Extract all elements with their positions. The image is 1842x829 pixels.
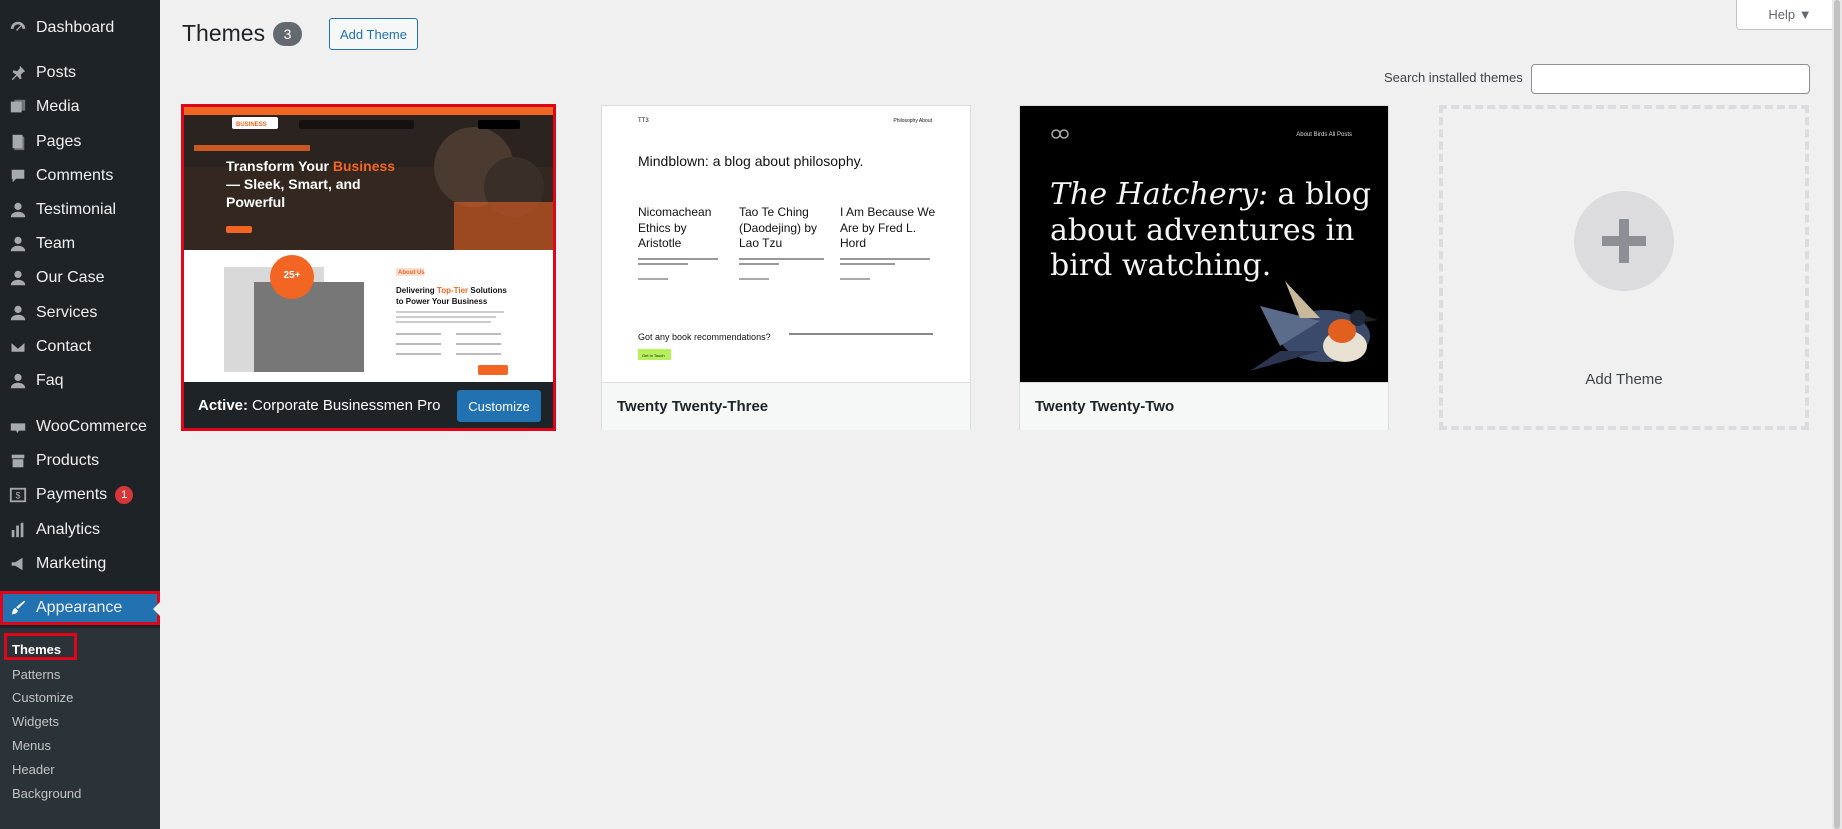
themes-highlight-outline — [4, 633, 77, 660]
sidebar-item-label: Media — [36, 98, 80, 115]
sidebar-item-label: Our Case — [36, 269, 105, 286]
submenu-item-menus[interactable]: Menus — [12, 738, 51, 753]
search-label: Search installed themes — [1384, 70, 1523, 85]
dollar-icon: $ — [8, 485, 28, 505]
submenu-item-customize[interactable]: Customize — [12, 690, 73, 705]
sidebar-item-label: Services — [36, 304, 98, 321]
theme-name-tt3: Twenty Twenty-Three — [602, 382, 970, 430]
sidebar-item-testimonial[interactable]: Testimonial — [0, 193, 160, 227]
dashboard-icon — [8, 18, 28, 38]
sidebar-item-label: Appearance — [36, 599, 123, 616]
search-themes-input[interactable] — [1531, 64, 1810, 94]
corp-brand: BUSINESS — [236, 122, 267, 128]
sidebar-item-label: Payments — [36, 486, 108, 503]
corp-badge: 25+ — [284, 270, 301, 281]
sidebar-item-faq[interactable]: Faq — [0, 364, 160, 398]
sidebar-item-contact[interactable]: Contact — [0, 330, 160, 364]
sidebar-item-label: Marketing — [36, 555, 107, 572]
sidebar-item-label: Posts — [36, 64, 77, 81]
sidebar-item-pages[interactable]: Pages — [0, 125, 160, 159]
tt3-button: Get In Touch — [642, 353, 665, 358]
notification-badge: 1 — [115, 486, 134, 504]
comment-icon — [8, 166, 28, 186]
theme-card-active[interactable]: BUSINESS Transform Your Business — Sleek… — [181, 104, 556, 431]
scrollbar-thumb[interactable] — [1834, 0, 1840, 829]
woocommerce-icon — [8, 417, 28, 437]
paintbrush-icon — [8, 598, 28, 618]
active-theme-name: Corporate Businessmen Pro — [252, 396, 441, 414]
active-theme-bar: Active: Corporate Businessmen Pro Custom… — [184, 382, 553, 428]
active-prefix: Active: — [198, 396, 249, 414]
help-button[interactable]: Help ▼ — [1736, 0, 1842, 30]
svg-text:to Power Your Business: to Power Your Business — [396, 297, 488, 306]
sidebar-item-label: WooCommerce — [36, 418, 147, 435]
sidebar-item-team[interactable]: Team — [0, 227, 160, 261]
submenu-item-widgets[interactable]: Widgets — [12, 714, 59, 729]
theme-screenshot-tt3: TT3 Philosophy About Mindblown: a blog a… — [602, 106, 970, 382]
sidebar-item-label: Products — [36, 452, 100, 469]
svg-text:Transform Your Business: Transform Your Business — [226, 158, 395, 174]
tt3-nav: Philosophy About — [893, 118, 932, 124]
sidebar-item-label: Pages — [36, 133, 82, 150]
sidebar-item-payments[interactable]: $ Payments 1 — [0, 478, 160, 512]
add-theme-label: Add Theme — [1585, 371, 1663, 388]
user-icon — [8, 268, 28, 288]
theme-card-twenty-twenty-two[interactable]: About Birds All Posts The Hatchery: a bl… — [1019, 105, 1389, 430]
submenu-item-patterns[interactable]: Patterns — [12, 667, 60, 682]
tt2-nav: About Birds All Posts — [1296, 132, 1352, 138]
svg-text:$: $ — [15, 491, 20, 501]
svg-text:Delivering Top-Tier Solutions: Delivering Top-Tier Solutions — [396, 286, 507, 295]
media-icon — [8, 97, 28, 117]
theme-screenshot-corporate: BUSINESS Transform Your Business — Sleek… — [184, 107, 553, 382]
tt3-question: Got any book recommendations? — [638, 332, 771, 342]
sidebar-item-posts[interactable]: Posts — [0, 56, 160, 90]
user-icon — [8, 303, 28, 323]
current-menu-notch — [153, 601, 161, 617]
sidebar-item-label: Faq — [36, 372, 64, 389]
sidebar-item-label: Dashboard — [36, 19, 115, 36]
pin-icon — [8, 63, 28, 83]
page-title: Themes — [182, 20, 266, 46]
sidebar-item-label: Team — [36, 235, 76, 252]
sidebar-item-dashboard[interactable]: Dashboard — [0, 11, 160, 45]
user-icon — [8, 234, 28, 254]
theme-count-badge: 3 — [273, 22, 302, 46]
svg-text:— Sleek, Smart, and: — Sleek, Smart, and — [226, 176, 361, 192]
sidebar-item-label: Analytics — [36, 521, 101, 538]
sidebar-item-woocommerce[interactable]: WooCommerce — [0, 410, 160, 444]
sidebar-item-services[interactable]: Services — [0, 296, 160, 330]
add-theme-button[interactable]: Add Theme — [329, 18, 418, 50]
submenu-item-background[interactable]: Background — [12, 786, 81, 801]
corp-hero-accent: Business — [333, 158, 395, 174]
sidebar-item-our-case[interactable]: Our Case — [0, 261, 160, 295]
sidebar-item-appearance[interactable]: Appearance — [0, 591, 161, 625]
tt3-headline: Mindblown: a blog about philosophy. — [638, 153, 863, 169]
add-new-theme-card[interactable]: Add Theme — [1439, 105, 1809, 430]
tt3-site: TT3 — [638, 118, 649, 124]
theme-name-tt2: Twenty Twenty-Two — [1020, 382, 1388, 430]
corp-about-tag: About Us — [398, 270, 425, 276]
theme-card-twenty-twenty-three[interactable]: TT3 Philosophy About Mindblown: a blog a… — [601, 105, 971, 430]
archive-icon — [8, 451, 28, 471]
corp-hero-line1: Transform Your — [226, 158, 333, 174]
sidebar-item-label: Comments — [36, 167, 114, 184]
sidebar-item-comments[interactable]: Comments — [0, 159, 160, 193]
submenu-item-header[interactable]: Header — [12, 762, 55, 777]
envelope-icon — [8, 337, 28, 357]
sidebar-item-label: Testimonial — [36, 201, 117, 218]
theme-screenshot-tt2: About Birds All Posts The Hatchery: a bl… — [1020, 106, 1388, 382]
plus-icon — [1574, 191, 1674, 291]
pages-icon — [8, 132, 28, 152]
megaphone-icon — [8, 554, 28, 574]
sidebar-item-products[interactable]: Products — [0, 444, 160, 478]
sidebar-item-label: Contact — [36, 338, 92, 355]
user-icon — [8, 200, 28, 220]
bar-chart-icon — [8, 520, 28, 540]
svg-text:Powerful: Powerful — [226, 194, 285, 210]
sidebar-item-analytics[interactable]: Analytics — [0, 513, 160, 547]
sidebar-item-marketing[interactable]: Marketing — [0, 547, 160, 581]
sidebar-item-media[interactable]: Media — [0, 90, 160, 124]
user-icon — [8, 371, 28, 391]
customize-button[interactable]: Customize — [457, 390, 541, 422]
